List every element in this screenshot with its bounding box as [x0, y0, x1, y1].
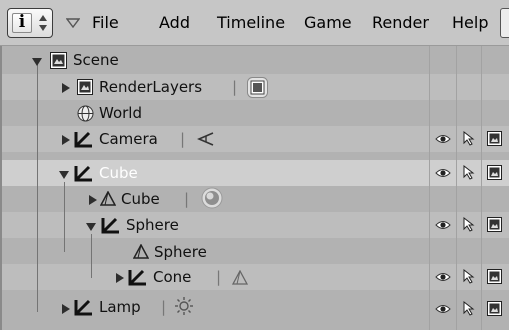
menu-help[interactable]: Help [452, 13, 488, 32]
eye-icon[interactable] [435, 303, 451, 315]
object-icon [128, 269, 146, 286]
row-label[interactable]: Camera [99, 130, 158, 148]
menu-game[interactable]: Game [304, 13, 352, 32]
outliner: Scene RenderLayers | World Camera | Cube… [0, 46, 509, 330]
tree-line [64, 182, 65, 252]
row-separator: | [184, 190, 190, 208]
column-divider [481, 46, 482, 330]
info-icon: i [12, 12, 32, 33]
mesh-icon[interactable] [232, 270, 248, 285]
mesh-icon [133, 244, 149, 259]
expand-toggle[interactable] [59, 170, 69, 180]
column-divider [429, 46, 430, 330]
blender-window: i File Add Timeline Game Render Help Sce… [0, 0, 509, 330]
camera-icon[interactable] [197, 132, 215, 146]
info-glyph: i [18, 12, 26, 32]
expand-toggle[interactable] [61, 304, 71, 314]
render-layer-icon[interactable] [247, 77, 268, 98]
render-icon[interactable] [487, 301, 502, 316]
expand-toggle[interactable] [86, 222, 96, 232]
row-label[interactable]: Lamp [99, 298, 141, 316]
row-separator: | [216, 268, 222, 286]
next-header-button[interactable] [500, 8, 509, 38]
menu-timeline[interactable]: Timeline [217, 13, 285, 32]
row-label[interactable]: World [99, 104, 142, 122]
expand-toggle[interactable] [115, 273, 125, 283]
header-bar: i File Add Timeline Game Render Help [0, 0, 509, 46]
lamp-icon[interactable] [174, 296, 194, 316]
row-label[interactable]: Cone [153, 268, 191, 286]
eye-icon[interactable] [435, 133, 451, 145]
menu-render[interactable]: Render [372, 13, 429, 32]
row-bg [0, 238, 509, 264]
up-down-arrows-icon [39, 15, 47, 31]
scene-icon [50, 52, 67, 69]
eye-icon[interactable] [435, 271, 451, 283]
image-icon [77, 79, 93, 95]
expand-toggle[interactable] [61, 135, 71, 145]
cursor-icon[interactable] [463, 165, 475, 180]
row-label[interactable]: Scene [73, 51, 119, 69]
menu-add[interactable]: Add [159, 13, 190, 32]
object-icon [74, 165, 92, 182]
render-icon[interactable] [487, 165, 502, 180]
tree-line [91, 234, 92, 278]
object-icon [74, 131, 92, 148]
row-label[interactable]: Cube [121, 190, 160, 208]
cursor-icon[interactable] [463, 301, 475, 316]
expand-toggle[interactable] [61, 83, 71, 93]
eye-icon[interactable] [435, 167, 451, 179]
row-separator: | [161, 298, 167, 316]
mesh-icon [100, 191, 116, 206]
row-label-selected[interactable]: Cube [99, 164, 138, 182]
object-icon [101, 217, 119, 234]
cursor-icon[interactable] [463, 131, 475, 146]
row-separator: | [232, 78, 238, 96]
row-label[interactable]: RenderLayers [99, 78, 202, 96]
column-divider [456, 46, 457, 330]
tree-line [37, 62, 38, 312]
row-label[interactable]: Sphere [154, 243, 207, 261]
render-icon[interactable] [487, 131, 502, 146]
editor-type-selector[interactable]: i [7, 8, 53, 38]
collapse-menus-icon[interactable] [66, 18, 80, 28]
row-bg [0, 186, 509, 212]
row-bg [0, 264, 509, 290]
cursor-icon[interactable] [463, 269, 475, 284]
row-separator: | [180, 130, 186, 148]
render-icon[interactable] [487, 217, 502, 232]
eye-icon[interactable] [435, 219, 451, 231]
object-icon [74, 299, 92, 316]
expand-toggle[interactable] [32, 57, 42, 67]
material-sphere-icon[interactable] [201, 187, 223, 209]
row-label[interactable]: Sphere [126, 216, 179, 234]
menu-file[interactable]: File [92, 13, 119, 32]
render-icon[interactable] [487, 269, 502, 284]
world-icon [77, 105, 94, 122]
cursor-icon[interactable] [463, 217, 475, 232]
expand-toggle[interactable] [88, 195, 98, 205]
outliner-border [0, 46, 2, 330]
row-bg [0, 212, 509, 238]
